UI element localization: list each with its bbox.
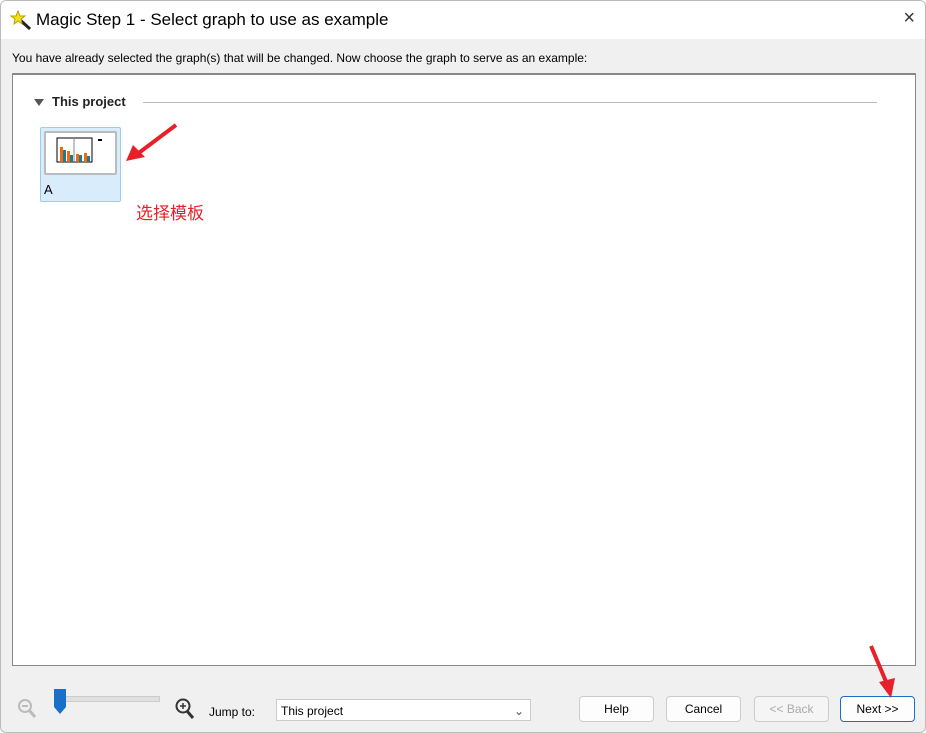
zoom-slider[interactable] [53,689,161,719]
section-title[interactable]: This project [52,94,126,109]
cancel-button[interactable]: Cancel [666,696,741,722]
title-bar: Magic Step 1 - Select graph to use as ex… [1,1,925,39]
graph-preview [44,131,117,175]
help-button[interactable]: Help [579,696,654,722]
back-button[interactable]: << Back [754,696,829,722]
zoom-in-icon[interactable] [174,698,196,720]
dialog-window: Magic Step 1 - Select graph to use as ex… [0,0,926,733]
graph-thumbnail-a[interactable]: A [40,127,121,202]
jump-to-label: Jump to: [209,705,256,719]
slider-thumb[interactable] [53,689,67,715]
chevron-down-icon: ⌄ [513,704,524,718]
jump-to-select[interactable]: This project ⌄ [276,699,531,721]
collapse-triangle-icon[interactable] [34,99,44,106]
instruction-text: You have already selected the graph(s) t… [12,51,588,65]
graph-name: A [44,182,53,197]
close-icon[interactable]: × [903,7,915,30]
annotation-arrow-icon [126,123,178,161]
bar-chart-preview-icon [56,137,102,163]
section-divider [143,102,877,103]
annotation-arrow-next-icon [869,645,895,698]
zoom-out-icon[interactable] [17,698,37,720]
jump-to-value: This project [281,704,344,718]
magic-wand-icon [10,10,32,30]
window-title: Magic Step 1 - Select graph to use as ex… [36,10,389,29]
annotation-text: 选择模板 [136,204,204,223]
